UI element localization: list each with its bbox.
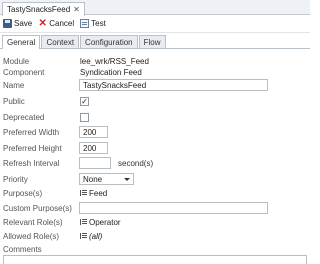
deprecated-checkbox[interactable] xyxy=(80,112,89,122)
name-row: Name TastySnacksFeed xyxy=(0,78,310,92)
cancel-icon: ✕ xyxy=(38,18,47,29)
allowed-roles-value[interactable]: (all) xyxy=(80,232,102,241)
purposes-label: Purpose(s) xyxy=(3,188,43,198)
priority-value: None xyxy=(83,174,103,184)
chevron-down-icon xyxy=(124,178,130,181)
document-tab-bar: TastySnacksFeed ✕ xyxy=(0,0,310,16)
refresh-interval-row: Refresh Interval second(s) xyxy=(0,156,310,170)
allowed-roles-text: (all) xyxy=(89,231,103,241)
public-row: Public ✓ xyxy=(0,94,310,108)
purposes-row: Purpose(s) Feed xyxy=(0,186,310,200)
toolbar: Save ✕ Cancel Test xyxy=(0,15,310,33)
list-icon xyxy=(80,219,87,225)
comments-label: Comments xyxy=(3,244,42,254)
list-icon xyxy=(80,233,87,239)
section-tabs: General Context Configuration Flow xyxy=(0,35,310,49)
public-checkbox[interactable]: ✓ xyxy=(80,96,89,106)
refresh-interval-label: Refresh Interval xyxy=(3,158,60,168)
component-value: Syndication Feed xyxy=(80,67,142,77)
name-label: Name xyxy=(3,80,25,90)
refresh-interval-input[interactable] xyxy=(79,157,111,169)
comments-textarea[interactable] xyxy=(3,255,307,264)
relevant-roles-row: Relevant Role(s) Operator xyxy=(0,215,310,229)
save-button[interactable]: Save xyxy=(3,19,32,28)
cancel-label: Cancel xyxy=(49,19,75,28)
refresh-interval-unit: second(s) xyxy=(118,158,154,168)
allowed-roles-row: Allowed Role(s) (all) xyxy=(0,229,310,243)
test-button[interactable]: Test xyxy=(80,19,106,28)
tab-context[interactable]: Context xyxy=(41,35,80,48)
tab-flow[interactable]: Flow xyxy=(138,35,166,48)
priority-row: Priority None xyxy=(0,172,310,186)
deprecated-row: Deprecated xyxy=(0,110,310,124)
save-label: Save xyxy=(14,19,33,28)
save-icon xyxy=(3,19,12,28)
cancel-button[interactable]: ✕ Cancel xyxy=(38,18,75,29)
document-tab-title: TastySnacksFeed xyxy=(7,5,71,14)
component-row: Component Syndication Feed xyxy=(0,65,310,79)
test-icon xyxy=(80,19,90,28)
document-tab[interactable]: TastySnacksFeed ✕ xyxy=(2,2,85,16)
preferred-width-row: Preferred Width 200 xyxy=(0,125,310,139)
purposes-value[interactable]: Feed xyxy=(80,189,107,198)
preferred-width-label: Preferred Width xyxy=(3,127,60,137)
preferred-height-label: Preferred Height xyxy=(3,143,62,153)
purposes-text: Feed xyxy=(89,188,108,198)
test-label: Test xyxy=(91,19,106,28)
list-icon xyxy=(80,190,87,196)
preferred-height-row: Preferred Height 200 xyxy=(0,141,310,155)
deprecated-label: Deprecated xyxy=(3,112,45,122)
public-label: Public xyxy=(3,96,25,106)
custom-purposes-row: Custom Purpose(s) xyxy=(0,201,310,215)
priority-label: Priority xyxy=(3,174,28,184)
component-label: Component xyxy=(3,67,45,77)
tab-configuration[interactable]: Configuration xyxy=(80,35,138,48)
allowed-roles-label: Allowed Role(s) xyxy=(3,231,60,241)
preferred-width-input[interactable]: 200 xyxy=(79,126,108,138)
relevant-roles-label: Relevant Role(s) xyxy=(3,217,63,227)
relevant-roles-text: Operator xyxy=(89,217,121,227)
custom-purposes-input[interactable] xyxy=(79,202,268,214)
custom-purposes-label: Custom Purpose(s) xyxy=(3,203,72,213)
close-icon[interactable]: ✕ xyxy=(73,5,80,14)
preferred-height-input[interactable]: 200 xyxy=(79,142,108,154)
tab-general[interactable]: General xyxy=(2,35,41,49)
relevant-roles-value[interactable]: Operator xyxy=(80,218,121,227)
priority-select[interactable]: None xyxy=(79,173,134,185)
comments-row: Comments xyxy=(0,242,310,256)
name-input[interactable]: TastySnacksFeed xyxy=(79,79,268,91)
